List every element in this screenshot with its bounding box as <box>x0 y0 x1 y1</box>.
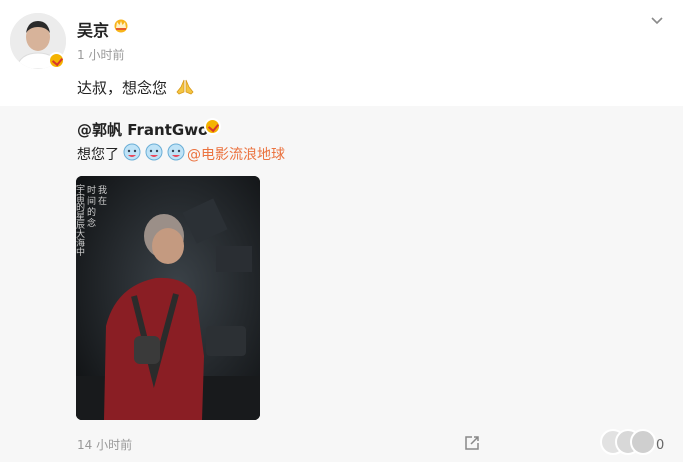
heart-emoji-icon <box>145 143 163 161</box>
repost-text: 想您了 <box>77 147 119 163</box>
share-icon[interactable] <box>463 434 481 452</box>
repost-author[interactable]: @郭帆 FrantGwo <box>77 119 208 140</box>
post-timestamp[interactable]: 1 小时前 <box>77 46 124 63</box>
chevron-down-icon[interactable] <box>650 16 664 26</box>
verified-badge-icon <box>204 118 221 135</box>
heart-emoji-icon <box>123 143 141 161</box>
heart-emoji-icon <box>167 143 185 161</box>
crown-icon <box>114 19 128 33</box>
verified-badge-icon <box>48 52 65 69</box>
pray-icon <box>176 79 194 95</box>
post-text: 达叔，想念您 <box>77 79 168 97</box>
poster-image[interactable]: 我在 时间的念 宇宙的星辰大海中 <box>76 176 260 420</box>
mention-link[interactable]: @电影流浪地球 <box>187 144 285 164</box>
repost-card[interactable]: @郭帆 FrantGwo 想您了 @电影流浪地球 我在 时间的念 宇宙的星辰大海… <box>0 106 683 462</box>
repost-timestamp[interactable]: 14 小时前 <box>77 436 132 453</box>
poster-text-line: 时间的念 <box>87 186 97 229</box>
author-name[interactable]: 吴京 <box>77 17 109 41</box>
like-count: 0 <box>656 438 665 453</box>
poster-text-line: 我在 <box>98 186 108 207</box>
like-avatars[interactable] <box>600 429 656 455</box>
poster-text-line: 宇宙的星辰大海中 <box>76 185 86 258</box>
